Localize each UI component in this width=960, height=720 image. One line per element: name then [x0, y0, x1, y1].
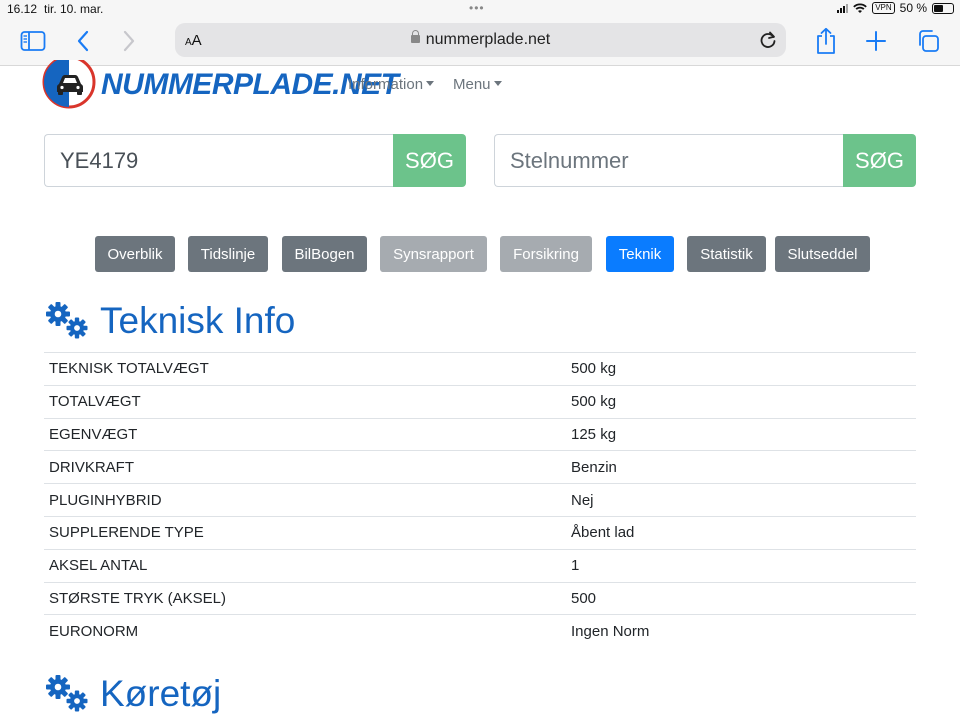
table-row: EURONORM Ingen Norm — [44, 614, 916, 648]
table-row: TEKNISK TOTALVÆGT 500 kg — [44, 352, 916, 386]
table-row: EGENVÆGT 125 kg — [44, 417, 916, 451]
ios-status-bar: 16.12 tir. 10. mar. ••• VPN 50 % — [0, 0, 960, 18]
reload-icon[interactable] — [758, 29, 778, 56]
status-time: 16.12 — [7, 2, 38, 16]
spec-value: Benzin — [567, 450, 916, 484]
spec-value: 500 kg — [567, 352, 916, 386]
table-row: PLUGINHYBRID Nej — [44, 483, 916, 517]
technical-info-table: TEKNISK TOTALVÆGT 500 kg TOTALVÆGT 500 kg EG… — [44, 352, 916, 648]
spec-label: EURONORM — [44, 614, 567, 648]
plate-search-group: SØG — [44, 134, 466, 187]
nav-menu-dropdown[interactable]: Menu — [453, 76, 502, 93]
table-row: DRIVKRAFT Benzin — [44, 450, 916, 484]
spec-label: SUPPLERENDE TYPE — [44, 515, 567, 550]
tab-statistik[interactable]: Statistik — [687, 236, 766, 272]
browser-toolbar: AA nummerplade.net — [0, 18, 960, 66]
nav-information-dropdown[interactable]: Information — [348, 76, 435, 93]
tabs-overview-icon[interactable] — [913, 26, 943, 56]
technical-info-heading: Teknisk Info — [44, 300, 295, 342]
spec-value: Nej — [567, 483, 916, 517]
gears-icon — [46, 675, 88, 712]
lock-icon — [410, 30, 420, 43]
tab-teknik[interactable]: Teknik — [606, 236, 674, 272]
tab-synsrapport[interactable]: Synsrapport — [380, 236, 487, 272]
vin-search-button[interactable]: SØG — [843, 134, 916, 187]
address-bar[interactable]: AA nummerplade.net — [175, 23, 786, 57]
table-row: SUPPLERENDE TYPE Åbent lad — [44, 515, 916, 550]
battery-icon — [932, 2, 954, 14]
cellular-signal-icon — [837, 3, 849, 13]
spec-value: Ingen Norm — [567, 614, 916, 648]
multitasking-dots-icon[interactable]: ••• — [469, 1, 485, 15]
caret-down-icon — [426, 81, 435, 86]
nav-information-label: Information — [348, 76, 424, 93]
spec-label: TOTALVÆGT — [44, 384, 567, 419]
spec-value: 125 kg — [567, 417, 916, 451]
table-row: AKSEL ANTAL 1 — [44, 548, 916, 583]
vin-search-group: SØG — [494, 134, 916, 187]
table-row: STØRSTE TRYK (AKSEL) 500 — [44, 581, 916, 615]
spec-label: TEKNISK TOTALVÆGT — [44, 352, 567, 386]
spec-label: AKSEL ANTAL — [44, 548, 567, 583]
vin-search-input[interactable] — [494, 134, 843, 187]
table-row: TOTALVÆGT 500 kg — [44, 384, 916, 419]
site-logo-icon[interactable] — [42, 60, 96, 110]
spec-label: DRIVKRAFT — [44, 450, 567, 484]
sidebar-icon[interactable] — [18, 26, 48, 56]
new-tab-plus-icon[interactable] — [861, 26, 891, 56]
vehicle-heading: Køretøj — [44, 673, 221, 715]
caret-down-icon — [493, 81, 502, 86]
share-icon[interactable] — [811, 26, 841, 56]
spec-value: 500 — [567, 581, 916, 615]
back-chevron-icon[interactable] — [68, 26, 98, 56]
tab-slutseddel[interactable]: Slutseddel — [775, 236, 870, 272]
battery-percent: 50 % — [899, 1, 927, 15]
spec-value: 500 kg — [567, 384, 916, 419]
tab-forsikring[interactable]: Forsikring — [500, 236, 592, 272]
spec-value: 1 — [567, 548, 916, 583]
wifi-icon — [853, 2, 867, 13]
section-tabs: Overblik Tidslinje BilBogen Synsrapport … — [0, 236, 960, 272]
spec-value: Åbent lad — [567, 515, 916, 550]
status-date: tir. 10. mar. — [44, 2, 104, 16]
url-display[interactable]: nummerplade.net — [175, 30, 786, 49]
plate-search-button[interactable]: SØG — [393, 134, 466, 187]
vehicle-title: Køretøj — [100, 673, 222, 714]
url-text: nummerplade.net — [425, 31, 551, 48]
vpn-badge: VPN — [872, 2, 895, 14]
nav-menu-label: Menu — [453, 76, 491, 93]
technical-info-title: Teknisk Info — [100, 300, 296, 341]
forward-chevron-icon[interactable] — [114, 26, 144, 56]
tab-bilbogen[interactable]: BilBogen — [282, 236, 367, 272]
plate-search-input[interactable] — [44, 134, 393, 187]
spec-label: EGENVÆGT — [44, 417, 567, 451]
tab-overblik[interactable]: Overblik — [95, 236, 175, 272]
gears-icon — [46, 302, 88, 339]
status-indicators: VPN 50 % — [837, 1, 954, 15]
tab-tidslinje[interactable]: Tidslinje — [188, 236, 268, 272]
spec-label: PLUGINHYBRID — [44, 483, 567, 517]
spec-label: STØRSTE TRYK (AKSEL) — [44, 581, 567, 615]
